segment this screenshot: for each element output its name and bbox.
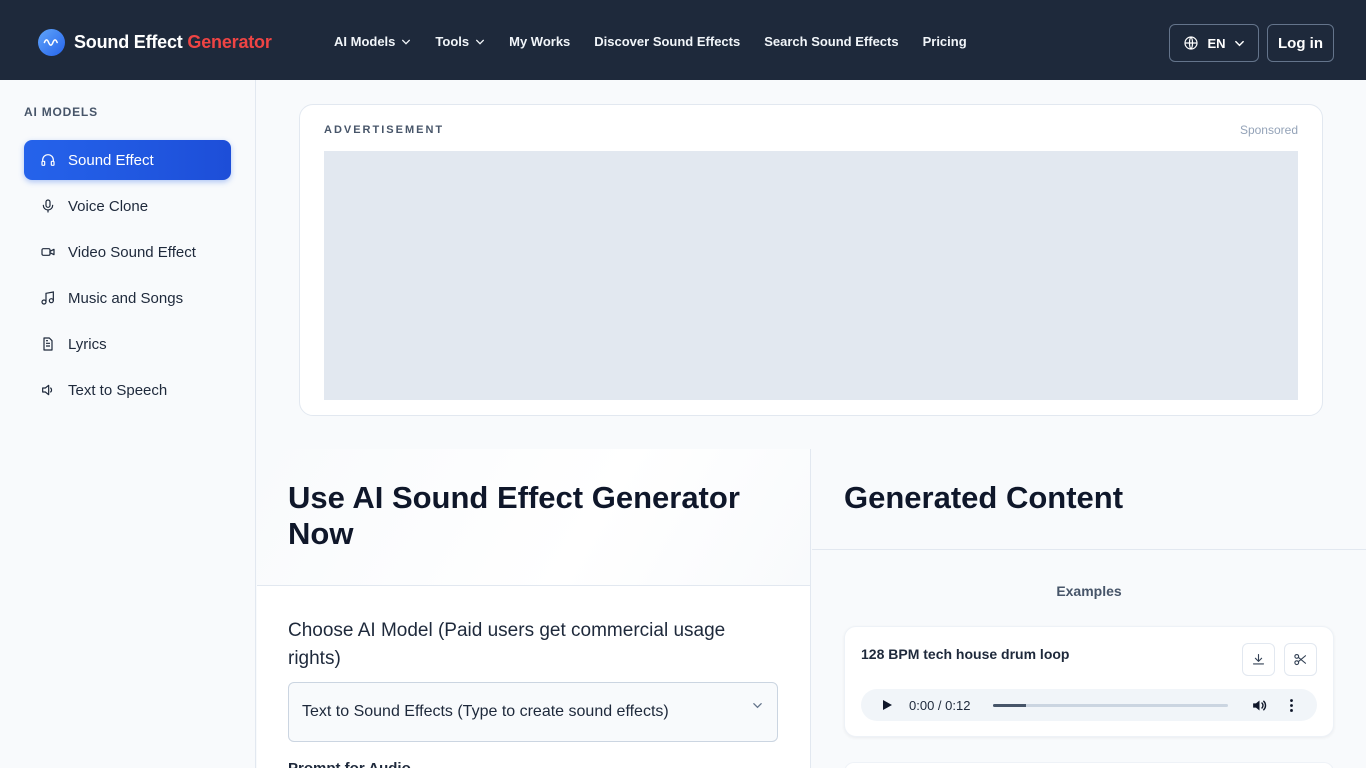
globe-icon — [1184, 36, 1199, 50]
model-select-value: Text to Sound Effects (Type to create so… — [302, 703, 669, 720]
volume-icon[interactable] — [1251, 697, 1268, 714]
generator-header: Use AI Sound Effect Generator Now — [257, 449, 810, 586]
nav-discover-sound-effects[interactable]: Discover Sound Effects — [594, 34, 740, 49]
main-nav: AI Models Tools My Works Discover Sound … — [334, 34, 991, 49]
example-card — [844, 762, 1334, 768]
generated-content-header: Generated Content — [812, 449, 1366, 550]
nav-ai-models-label: AI Models — [334, 34, 396, 49]
sidebar-item-sound-effect[interactable]: Sound Effect — [24, 140, 231, 180]
nav-my-works[interactable]: My Works — [509, 34, 570, 49]
nav-tools[interactable]: Tools — [435, 34, 485, 49]
sidebar-item-video-sound-effect[interactable]: Video Sound Effect — [24, 232, 231, 272]
nav-search-sound-effects[interactable]: Search Sound Effects — [764, 34, 898, 49]
headphones-icon — [41, 154, 55, 166]
music-note-icon — [41, 291, 54, 305]
waveform-logo-icon — [38, 29, 65, 56]
audio-seek-bar[interactable] — [993, 704, 1228, 707]
generator-panel: Use AI Sound Effect Generator Now Choose… — [257, 449, 811, 768]
sidebar-item-label: Voice Clone — [68, 197, 149, 215]
sidebar: AI MODELS Sound Effect Voice Clone Video… — [0, 80, 256, 768]
audio-seek-progress — [993, 704, 1026, 707]
play-icon[interactable] — [881, 699, 893, 711]
sidebar-item-label: Music and Songs — [68, 289, 184, 307]
language-code: EN — [1207, 35, 1226, 51]
chevron-down-icon — [1234, 40, 1244, 46]
advertisement-label: ADVERTISEMENT — [324, 124, 445, 136]
video-camera-icon — [41, 248, 55, 256]
sidebar-heading: AI MODELS — [24, 105, 98, 119]
site-logo[interactable]: Sound Effect Generator — [38, 29, 272, 56]
advertisement-slot[interactable] — [324, 151, 1298, 400]
more-vertical-icon[interactable] — [1283, 697, 1300, 714]
sidebar-item-label: Text to Speech — [68, 381, 168, 399]
model-select[interactable]: Text to Sound Effects (Type to create so… — [288, 682, 778, 742]
sidebar-item-lyrics[interactable]: Lyrics — [24, 324, 231, 364]
login-button[interactable]: Log in — [1267, 24, 1334, 62]
chevron-down-icon — [476, 39, 485, 45]
language-selector[interactable]: EN — [1169, 24, 1259, 62]
nav-tools-label: Tools — [435, 34, 470, 49]
sidebar-item-label: Video Sound Effect — [68, 243, 196, 261]
audio-player: 0:00 / 0:12 — [861, 689, 1317, 721]
site-name-accent: Generator — [187, 32, 272, 52]
model-label: Choose AI Model (Paid users get commerci… — [288, 620, 726, 669]
microphone-icon — [42, 199, 54, 213]
document-icon — [43, 337, 53, 351]
generator-title: Use AI Sound Effect Generator Now — [288, 480, 740, 551]
download-button[interactable] — [1242, 643, 1275, 676]
sidebar-item-music-and-songs[interactable]: Music and Songs — [24, 278, 231, 318]
audio-time: 0:00 / 0:12 — [909, 698, 971, 713]
examples-heading: Examples — [1056, 583, 1122, 599]
nav-pricing[interactable]: Pricing — [923, 34, 967, 49]
advertisement-card: ADVERTISEMENT Sponsored — [299, 104, 1323, 416]
sidebar-item-voice-clone[interactable]: Voice Clone — [24, 186, 231, 226]
site-name: Sound Effect Generator — [74, 32, 272, 53]
speaker-icon — [42, 384, 53, 396]
example-card: 128 BPM tech house drum loop 0:00 / 0:12 — [844, 626, 1334, 737]
top-header: Sound Effect Generator AI Models Tools M… — [0, 0, 1366, 80]
scissors-icon — [1294, 653, 1307, 666]
site-name-main: Sound Effect — [74, 32, 183, 52]
download-icon — [1252, 653, 1265, 665]
sidebar-item-text-to-speech[interactable]: Text to Speech — [24, 370, 231, 410]
sidebar-item-label: Sound Effect — [68, 151, 154, 169]
chevron-down-icon — [753, 703, 762, 709]
sponsored-label: Sponsored — [1239, 123, 1298, 137]
trim-button[interactable] — [1284, 643, 1317, 676]
prompt-label: Prompt for Audio — [288, 760, 411, 768]
example-title: 128 BPM tech house drum loop — [861, 646, 1070, 662]
nav-ai-models[interactable]: AI Models — [334, 34, 411, 49]
sidebar-item-label: Lyrics — [68, 335, 107, 353]
generated-content-panel: Generated Content Examples 128 BPM tech … — [812, 449, 1366, 768]
generated-content-title: Generated Content — [844, 480, 1124, 515]
chevron-down-icon — [402, 39, 411, 45]
